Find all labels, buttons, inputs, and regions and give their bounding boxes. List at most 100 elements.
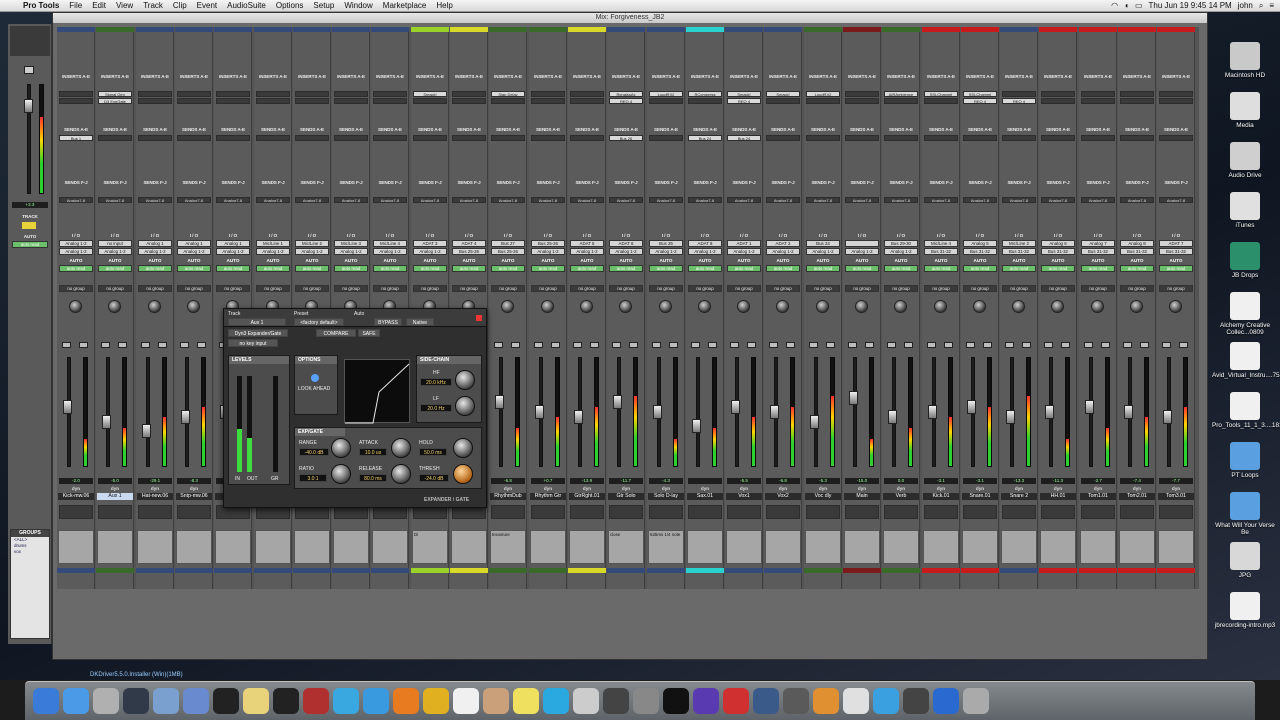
ratio-knob[interactable] xyxy=(331,464,351,484)
send-slot-fj[interactable]: Analog7-8 xyxy=(688,197,722,203)
pan-knob[interactable] xyxy=(619,300,632,313)
dock-app-photo-booth-icon[interactable] xyxy=(303,688,329,714)
fader-cap[interactable] xyxy=(102,415,111,429)
dock-app-ilok-icon[interactable] xyxy=(663,688,689,714)
comments-field[interactable] xyxy=(1080,530,1116,564)
send-slot[interactable] xyxy=(1081,135,1115,141)
fader-cap[interactable] xyxy=(1124,405,1133,419)
input-select[interactable]: Analog 7 xyxy=(1081,240,1115,247)
dock-app-firefox-icon[interactable] xyxy=(393,688,419,714)
insert-slot[interactable] xyxy=(924,98,958,104)
solo-button[interactable] xyxy=(534,342,543,348)
send-slot-fj[interactable]: Analog7-8 xyxy=(98,197,132,203)
auto-mode-select[interactable]: auto read xyxy=(845,265,879,272)
send-slot-fj[interactable]: Analog7-8 xyxy=(1081,197,1115,203)
pan-knob[interactable] xyxy=(1051,300,1064,313)
comments-field[interactable] xyxy=(1001,530,1037,564)
output-select[interactable]: Analog 1-2 xyxy=(531,248,565,255)
insert-slot[interactable]: Smack! xyxy=(727,91,761,97)
insert-slot[interactable] xyxy=(649,98,683,104)
input-select[interactable]: ADAT 4 xyxy=(452,240,486,247)
output-select[interactable]: Analog 1-2 xyxy=(845,248,879,255)
volume-readout[interactable]: -4.3 xyxy=(649,478,683,484)
mute-button[interactable] xyxy=(865,342,874,348)
insert-slot[interactable]: REQ 4 xyxy=(1002,98,1036,104)
auto-mode-select[interactable]: auto read xyxy=(570,265,604,272)
battery-icon[interactable]: ▭ xyxy=(1135,1,1143,10)
output-select[interactable]: Analog 1-2 xyxy=(766,248,800,255)
send-slot-fj[interactable]: Analog7-8 xyxy=(177,197,211,203)
comments-field[interactable] xyxy=(58,530,94,564)
insert-slot[interactable] xyxy=(138,91,172,97)
input-select[interactable]: Mic/Line 1 xyxy=(256,240,290,247)
auto-mode-select[interactable]: auto read xyxy=(256,265,290,272)
volume-readout[interactable]: -8.3 xyxy=(177,478,211,484)
mute-button[interactable] xyxy=(511,342,520,348)
send-slot-fj[interactable]: Analog7-8 xyxy=(845,197,879,203)
fader-cap[interactable] xyxy=(770,405,779,419)
insert-slot[interactable]: REQ 4 xyxy=(963,98,997,104)
group-select[interactable]: no group xyxy=(177,285,211,292)
fader-cap[interactable] xyxy=(535,405,544,419)
dock-app-safari2-icon[interactable] xyxy=(363,688,389,714)
group-select[interactable]: no group xyxy=(924,285,958,292)
volume-icon[interactable]: ◖ xyxy=(1124,1,1129,10)
fader-track[interactable] xyxy=(853,357,857,467)
track-name[interactable]: Vox2 xyxy=(765,493,801,500)
insert-slot[interactable] xyxy=(373,98,407,104)
track-name[interactable]: Sntp-mw.06 xyxy=(176,493,212,500)
auto-mode-select[interactable]: auto read xyxy=(1081,265,1115,272)
output-select[interactable]: Analog 1-2 xyxy=(649,248,683,255)
track-name[interactable]: RhythmDub xyxy=(490,493,526,500)
send-slot-fj[interactable]: Analog7-8 xyxy=(295,197,329,203)
volume-readout[interactable]: -11.3 xyxy=(1041,478,1075,484)
solo-button[interactable] xyxy=(612,342,621,348)
insert-slot[interactable]: LoudRX2 xyxy=(649,91,683,97)
dock-app-stickies-icon[interactable] xyxy=(513,688,539,714)
track-name[interactable]: Hat-new.06 xyxy=(137,493,173,500)
auto-mode-select[interactable]: auto read xyxy=(766,265,800,272)
auto-mode-select[interactable]: auto read xyxy=(98,265,132,272)
insert-slot[interactable] xyxy=(884,98,918,104)
insert-slot[interactable]: REQ 4 xyxy=(609,98,643,104)
plugin-close-icon[interactable] xyxy=(476,315,482,321)
menu-event[interactable]: Event xyxy=(192,1,222,10)
fader-track[interactable] xyxy=(106,357,110,467)
fader-cap[interactable] xyxy=(181,410,190,424)
output-select[interactable]: Bus 25-26 xyxy=(491,248,525,255)
output-select[interactable]: Analog 1-2 xyxy=(609,248,643,255)
track-color-swatch[interactable] xyxy=(22,222,36,229)
input-select[interactable]: ADAT 6 xyxy=(609,240,643,247)
track-name[interactable]: Rhythm Gtr xyxy=(530,493,566,500)
track-name[interactable]: Snare.01 xyxy=(962,493,998,500)
auto-mode-select[interactable]: auto read xyxy=(452,265,486,272)
volume-readout[interactable] xyxy=(688,478,722,484)
fader-track[interactable] xyxy=(146,357,150,467)
auto-mode-select[interactable]: auto read xyxy=(884,265,918,272)
look-ahead-toggle[interactable] xyxy=(311,374,319,382)
volume-readout[interactable]: -13.9 xyxy=(570,478,604,484)
output-select[interactable]: Bus 31-32 xyxy=(1002,248,1036,255)
safe-button[interactable]: SAFE xyxy=(358,329,380,337)
solo-button[interactable] xyxy=(1044,342,1053,348)
pan-knob[interactable] xyxy=(541,300,554,313)
solo-button[interactable] xyxy=(848,342,857,348)
pan-knob[interactable] xyxy=(934,300,947,313)
release-knob[interactable] xyxy=(391,464,411,484)
output-select[interactable]: Analog 1-2 xyxy=(334,248,368,255)
insert-slot[interactable] xyxy=(334,91,368,97)
fader-cap[interactable] xyxy=(653,405,662,419)
send-slot-fj[interactable]: Analog7-8 xyxy=(963,197,997,203)
group-select[interactable]: no group xyxy=(295,285,329,292)
group-select[interactable]: no group xyxy=(452,285,486,292)
group-item[interactable]: vox xyxy=(11,549,49,555)
fader-cap[interactable] xyxy=(574,410,583,424)
mute-button[interactable] xyxy=(79,342,88,348)
volume-readout[interactable]: -2.7 xyxy=(1081,478,1115,484)
insert-slot[interactable] xyxy=(1081,91,1115,97)
send-slot[interactable] xyxy=(884,135,918,141)
comments-field[interactable] xyxy=(1158,530,1194,564)
solo-button[interactable] xyxy=(730,342,739,348)
input-select[interactable]: Mic/Line 4 xyxy=(373,240,407,247)
auto-mode-select[interactable]: auto read xyxy=(59,265,93,272)
